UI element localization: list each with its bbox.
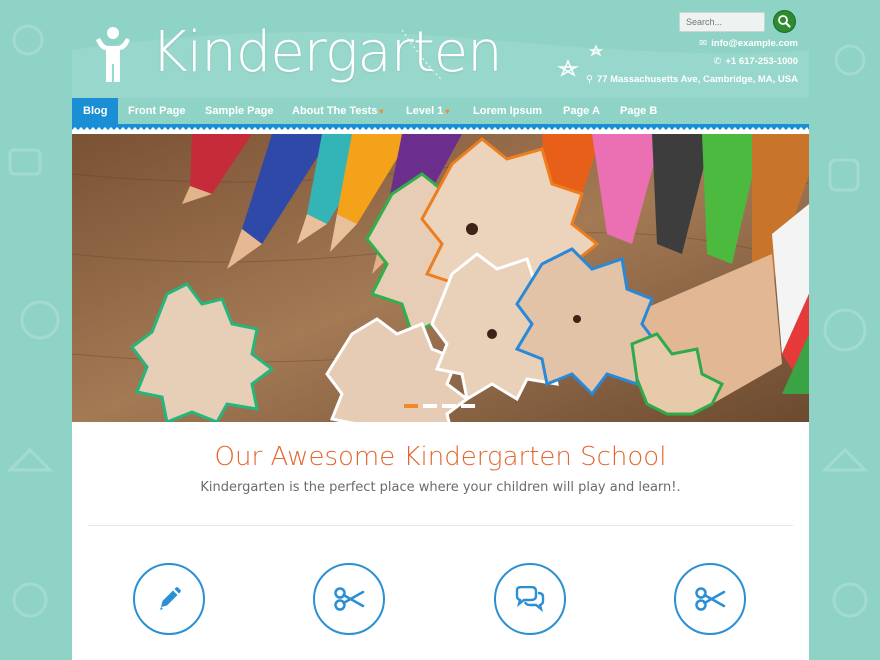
feature-scissors-circle[interactable] — [313, 563, 385, 635]
nav-label: Page A — [563, 105, 600, 117]
nav-item-page-b[interactable]: Page B — [609, 98, 668, 124]
comments-icon — [515, 586, 545, 612]
address-text: 77 Massachusetts Ave, Cambridge, MA, USA — [597, 74, 798, 85]
site-title[interactable]: Kindergarten — [151, 20, 503, 85]
contact-phone: ✆ +1 617-253-1000 — [713, 56, 798, 67]
slider-dot[interactable] — [461, 404, 475, 408]
scissors-icon — [334, 587, 365, 611]
scissors-icon — [695, 587, 726, 611]
nav-item-front-page[interactable]: Front Page — [117, 98, 196, 124]
search-input[interactable] — [679, 12, 765, 32]
pencil-icon — [160, 587, 181, 610]
logo-child-icon — [96, 27, 130, 82]
nav-item-level-1[interactable]: Level 1 ▾ — [395, 98, 460, 124]
slider-dot[interactable] — [404, 404, 418, 408]
divider — [88, 525, 793, 526]
nav-label: Level 1 — [406, 105, 444, 117]
nav-item-lorem-ipsum[interactable]: Lorem Ipsum — [462, 98, 553, 124]
nav-label: Page B — [620, 105, 658, 117]
phone-icon: ✆ — [713, 56, 722, 67]
search-icon — [778, 15, 791, 28]
chevron-down-icon: ▾ — [379, 107, 384, 116]
nav-label: Blog — [83, 105, 108, 117]
feature-scissors-circle[interactable] — [674, 563, 746, 635]
nav-label: About The Tests — [292, 105, 378, 117]
envelope-icon: ✉ — [699, 38, 708, 49]
contact-address: ⚲ 77 Massachusetts Ave, Cambridge, MA, US… — [586, 74, 798, 85]
content-area: Our Awesome Kindergarten School Kinderga… — [72, 422, 809, 660]
nav-item-sample-page[interactable]: Sample Page — [194, 98, 284, 124]
map-marker-icon: ⚲ — [586, 74, 594, 85]
nav-label: Lorem Ipsum — [473, 105, 543, 117]
nav-label: Sample Page — [205, 105, 274, 117]
contact-email[interactable]: ✉ info@example.com — [699, 38, 798, 49]
feature-pencil-circle[interactable] — [133, 563, 205, 635]
slider-dot[interactable] — [442, 404, 456, 408]
phone-text: +1 617-253-1000 — [725, 56, 798, 67]
nav-label: Front Page — [128, 105, 186, 117]
section-heading: Our Awesome Kindergarten School — [214, 442, 667, 472]
zigzag-border — [72, 124, 809, 134]
nav-item-blog[interactable]: Blog — [72, 98, 119, 124]
main-navigation: Blog Front Page Sample Page About The Te… — [72, 98, 809, 124]
slider-dot[interactable] — [423, 404, 437, 408]
chevron-down-icon: ▾ — [445, 107, 450, 116]
feature-comments-circle[interactable] — [494, 563, 566, 635]
nav-item-page-a[interactable]: Page A — [552, 98, 611, 124]
section-subheading: Kindergarten is the perfect place where … — [200, 480, 681, 495]
hero-slider-image[interactable] — [72, 134, 809, 422]
email-text: info@example.com — [711, 38, 798, 49]
search-button[interactable] — [773, 10, 796, 33]
nav-item-about-the-tests[interactable]: About The Tests ▾ — [281, 98, 394, 124]
slider-pagination — [0, 404, 880, 410]
